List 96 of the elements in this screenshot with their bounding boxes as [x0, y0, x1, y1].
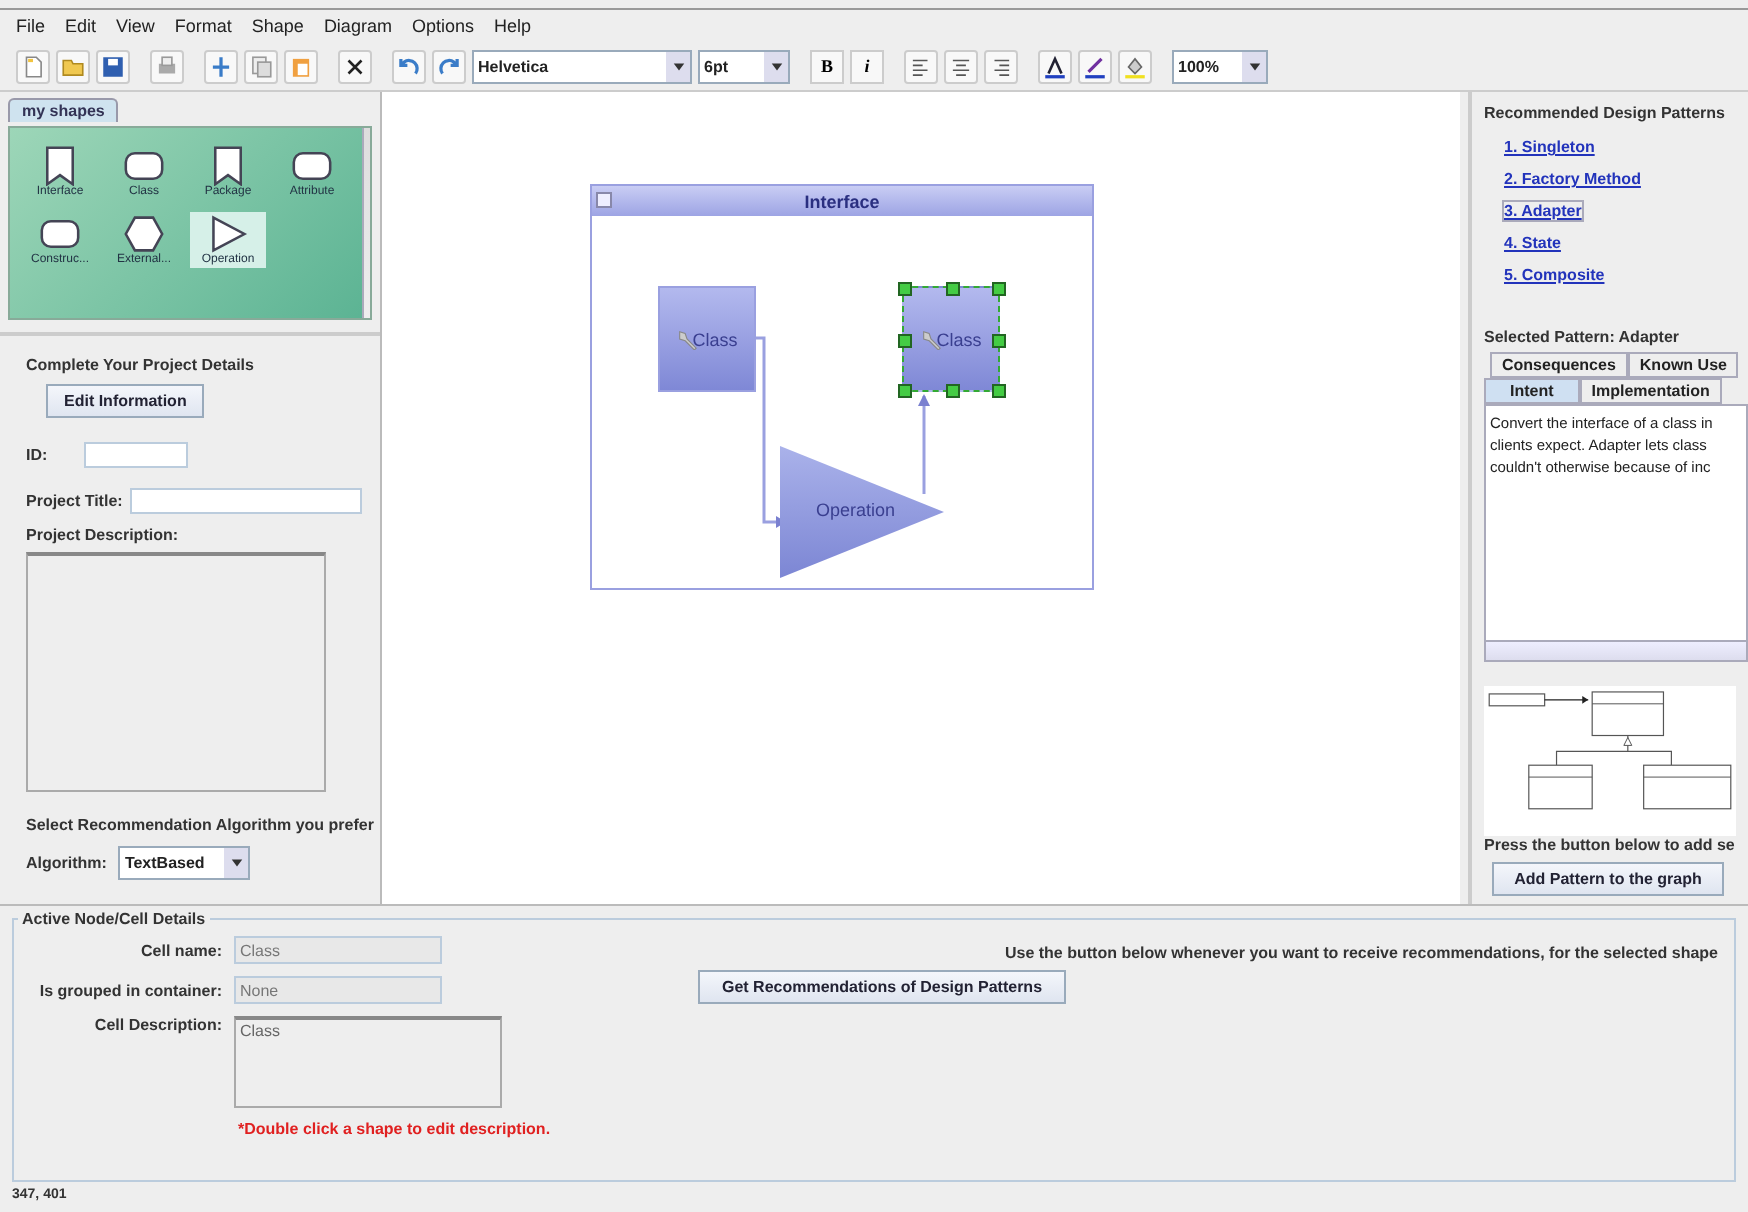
selection-handle[interactable] — [945, 282, 959, 296]
menu-item[interactable]: File — [16, 16, 46, 36]
tab[interactable]: Intent — [1484, 378, 1580, 404]
scrollbar[interactable] — [362, 128, 370, 318]
fill-color-icon[interactable] — [1118, 49, 1152, 83]
notched-rect-icon — [40, 146, 80, 186]
container-title: Interface — [804, 191, 880, 211]
align-right-icon[interactable] — [984, 49, 1018, 83]
font-select[interactable]: Helvetica — [472, 49, 692, 83]
rounded-rect-icon — [292, 146, 332, 186]
field-label: Cell Description: — [92, 1016, 222, 1034]
rounded-rect-icon — [124, 146, 164, 186]
operation-node[interactable] — [780, 446, 944, 578]
pattern-link[interactable]: 4. State — [1504, 234, 1561, 252]
instruction-text: Use the button below whenever you want to receive recommendations, for the selected shape — [1004, 944, 1718, 962]
font-color-icon[interactable] — [1038, 49, 1072, 83]
project-description-field[interactable] — [26, 552, 326, 792]
node-label: Operation — [816, 500, 896, 520]
redo-icon[interactable] — [432, 49, 466, 83]
paste-icon[interactable] — [284, 49, 318, 83]
hexagon-icon — [124, 214, 164, 254]
font-size-select[interactable]: 6pt — [698, 49, 790, 83]
field-label: Algorithm: — [26, 854, 107, 872]
cell-name-field[interactable]: Class — [234, 936, 442, 964]
bold-button[interactable]: B — [810, 49, 844, 83]
caret-icon — [769, 59, 783, 73]
connector-arrow[interactable] — [918, 394, 930, 494]
pattern-link[interactable]: 3. Adapter — [1504, 202, 1582, 220]
menu-item[interactable]: Edit — [65, 16, 97, 36]
menu-item[interactable]: Format — [174, 16, 232, 36]
selection-handle[interactable] — [945, 384, 959, 398]
edit-information-button[interactable]: Edit Information — [46, 384, 205, 418]
get-recommendations-button[interactable]: Get Recommendations of Design Patterns — [698, 970, 1066, 1004]
caret-icon — [229, 856, 244, 870]
notched-rect-icon — [208, 146, 248, 186]
panel-title: Active Node/Cell Details — [18, 910, 210, 928]
project-title-field[interactable] — [130, 488, 363, 514]
instruction-text: Press the button below to add se — [1484, 836, 1737, 854]
pattern-link[interactable]: 1. Singleton — [1504, 138, 1595, 156]
save-icon[interactable] — [96, 49, 130, 83]
container-field[interactable]: None — [234, 976, 442, 1004]
selection-handle[interactable] — [898, 282, 912, 296]
field-label: Project Title: — [26, 492, 123, 510]
add-pattern-button[interactable]: Add Pattern to the graph — [1492, 862, 1724, 896]
field-label: Project Description: — [26, 526, 181, 544]
field-label: Cell name: — [139, 941, 222, 959]
print-icon[interactable] — [150, 49, 184, 83]
triangle-icon — [208, 214, 248, 254]
align-left-icon[interactable] — [904, 49, 938, 83]
hint-text: *Double click a shape to edit description. — [238, 1120, 553, 1138]
collapse-icon[interactable] — [596, 192, 612, 208]
connector-arrow[interactable] — [756, 336, 786, 528]
selection-handle[interactable] — [898, 384, 912, 398]
new-file-icon[interactable] — [16, 49, 50, 83]
scrollbar[interactable] — [1486, 639, 1746, 660]
diagram-canvas[interactable]: Interface Class Class Operation — [382, 92, 1460, 904]
italic-button[interactable]: i — [850, 49, 884, 83]
menu-item[interactable]: Help — [493, 16, 531, 36]
tab[interactable]: Known Use — [1627, 352, 1739, 378]
algorithm-select[interactable]: TextBased — [118, 846, 251, 880]
copy-icon[interactable] — [244, 49, 278, 83]
line-color-icon[interactable] — [1078, 49, 1112, 83]
caret-icon — [671, 59, 685, 73]
selection-handle[interactable] — [898, 333, 912, 347]
menu-item[interactable]: Shape — [251, 16, 304, 36]
node-label: Class — [936, 329, 982, 349]
cell-description-field[interactable]: Class — [234, 1016, 502, 1108]
caret-icon — [1247, 59, 1261, 73]
class-node[interactable]: Class — [902, 286, 1000, 392]
node-label: Class — [692, 329, 738, 349]
selection-handle[interactable] — [992, 384, 1006, 398]
undo-icon[interactable] — [392, 49, 426, 83]
pattern-link[interactable]: 2. Factory Method — [1504, 170, 1641, 188]
menu-item[interactable]: Options — [411, 16, 474, 36]
align-center-icon[interactable] — [944, 49, 978, 83]
field-label: Is grouped in container: — [37, 981, 222, 999]
section-heading: Recommended Design Patterns — [1484, 104, 1727, 122]
zoom-select[interactable]: 100% — [1172, 49, 1268, 83]
pattern-link[interactable]: 5. Composite — [1504, 266, 1605, 284]
delete-icon[interactable] — [338, 49, 372, 83]
rounded-rect-icon — [40, 214, 80, 254]
class-node[interactable]: Class — [658, 286, 756, 392]
menu-item[interactable]: View — [116, 16, 155, 36]
selected-pattern-label: Selected Pattern: Adapter — [1484, 328, 1682, 346]
menu-item[interactable]: Diagram — [323, 16, 392, 36]
folder-icon[interactable] — [56, 49, 90, 83]
selection-handle[interactable] — [992, 282, 1006, 296]
selection-handle[interactable] — [992, 333, 1006, 347]
tab[interactable]: Consequences — [1490, 352, 1628, 378]
palette-tab[interactable]: my shapes — [8, 98, 119, 122]
id-field[interactable] — [83, 442, 188, 468]
tab[interactable]: Implementation — [1579, 378, 1722, 404]
container-shape[interactable]: Interface Class Class Operation — [590, 184, 1094, 590]
field-label: ID: — [26, 446, 48, 464]
section-heading: Complete Your Project Details — [26, 356, 256, 374]
section-heading: Select Recommendation Algorithm you prefer — [26, 816, 376, 834]
